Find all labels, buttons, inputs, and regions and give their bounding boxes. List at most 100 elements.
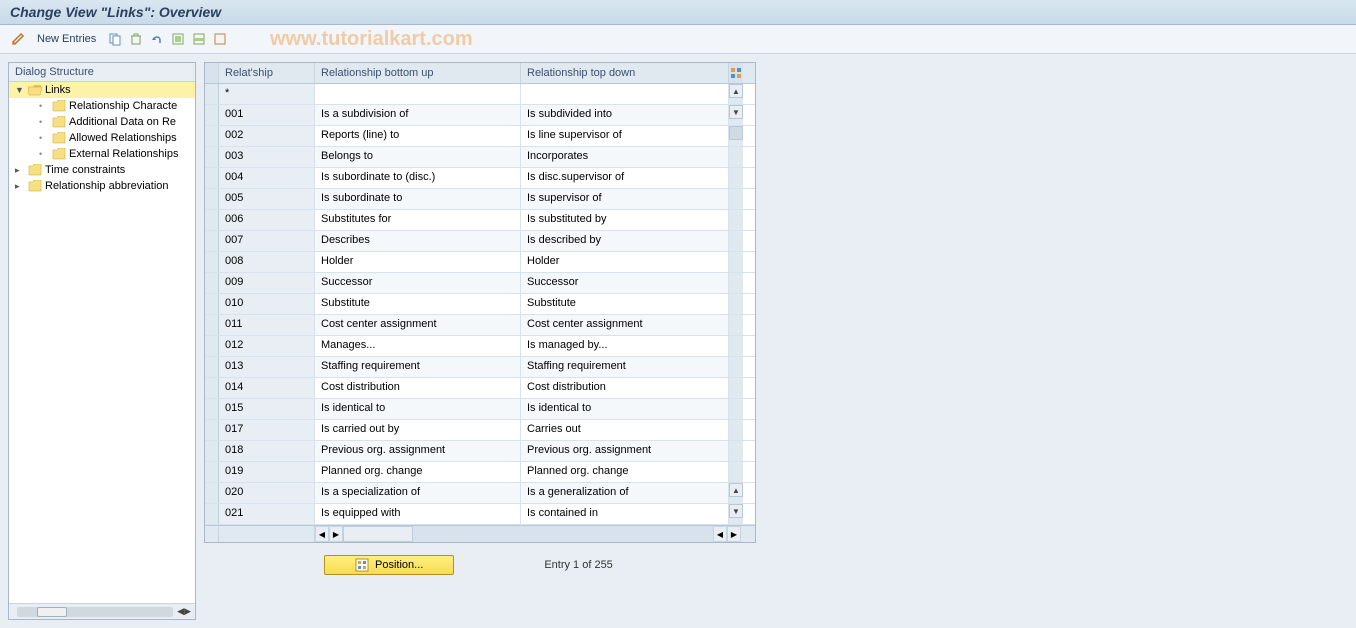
cell-bottom-up[interactable]: Cost distribution xyxy=(315,378,521,398)
row-selector[interactable] xyxy=(205,441,219,461)
cell-relship-code[interactable]: 008 xyxy=(219,252,315,272)
row-selector[interactable] xyxy=(205,105,219,125)
cell-top-down[interactable]: Is managed by... xyxy=(521,336,729,356)
cell-relship-code[interactable]: 015 xyxy=(219,399,315,419)
tree-item[interactable]: ▼Links xyxy=(9,82,195,98)
expand-icon[interactable]: ▸ xyxy=(15,181,25,192)
cell-top-down[interactable]: Carries out xyxy=(521,420,729,440)
table-row[interactable]: 009SuccessorSuccessor xyxy=(205,273,755,294)
row-selector[interactable] xyxy=(205,126,219,146)
tree-item[interactable]: ▸Time constraints xyxy=(9,162,195,178)
cell-top-down[interactable]: Is contained in xyxy=(521,504,729,524)
cell-relship-code[interactable]: 018 xyxy=(219,441,315,461)
cell-bottom-up[interactable]: Is subordinate to (disc.) xyxy=(315,168,521,188)
scroll-down-icon[interactable]: ▼ xyxy=(729,504,743,518)
vertical-scrollbar-segment[interactable] xyxy=(729,441,743,461)
table-row[interactable]: 014Cost distributionCost distribution xyxy=(205,378,755,399)
hscroll-right-end-icon[interactable]: ▶ xyxy=(727,526,741,542)
vertical-scrollbar-segment[interactable]: ▼ xyxy=(729,105,743,125)
tree-item[interactable]: •External Relationships xyxy=(9,146,195,162)
table-row[interactable]: 004Is subordinate to (disc.)Is disc.supe… xyxy=(205,168,755,189)
cell-top-down[interactable]: Is a generalization of xyxy=(521,483,729,503)
row-selector[interactable] xyxy=(205,357,219,377)
expand-icon[interactable]: ▸ xyxy=(15,165,25,176)
vertical-scrollbar-segment[interactable] xyxy=(729,147,743,167)
new-entries-button[interactable]: New Entries xyxy=(31,33,102,45)
cell-bottom-up[interactable]: Is equipped with xyxy=(315,504,521,524)
cell-top-down[interactable]: Is described by xyxy=(521,231,729,251)
scroll-up-icon[interactable]: ▲ xyxy=(729,84,743,98)
delete-icon[interactable] xyxy=(128,31,144,47)
vertical-scrollbar-segment[interactable] xyxy=(729,315,743,335)
table-row[interactable]: 015Is identical toIs identical to xyxy=(205,399,755,420)
table-row[interactable]: 020Is a specialization ofIs a generaliza… xyxy=(205,483,755,504)
row-selector[interactable] xyxy=(205,336,219,356)
tree-item[interactable]: •Additional Data on Re xyxy=(9,114,195,130)
cell-bottom-up[interactable]: Is subordinate to xyxy=(315,189,521,209)
scroll-up-icon[interactable]: ▲ xyxy=(729,483,743,497)
filter-cell[interactable] xyxy=(521,84,729,104)
table-row[interactable]: 019Planned org. changePlanned org. chang… xyxy=(205,462,755,483)
vertical-scrollbar-segment[interactable] xyxy=(729,399,743,419)
cell-top-down[interactable]: Incorporates xyxy=(521,147,729,167)
cell-bottom-up[interactable]: Is identical to xyxy=(315,399,521,419)
vertical-scrollbar-segment[interactable] xyxy=(729,189,743,209)
table-row[interactable]: 007DescribesIs described by xyxy=(205,231,755,252)
table-row[interactable]: 005Is subordinate toIs supervisor of xyxy=(205,189,755,210)
column-header-relship[interactable]: Relat'ship xyxy=(219,63,315,83)
row-selector[interactable] xyxy=(205,483,219,503)
expand-icon[interactable]: • xyxy=(39,101,49,111)
table-row[interactable]: 021Is equipped withIs contained in▼ xyxy=(205,504,755,525)
row-selector[interactable] xyxy=(205,231,219,251)
cell-top-down[interactable]: Is disc.supervisor of xyxy=(521,168,729,188)
scroll-down-icon[interactable]: ▼ xyxy=(729,105,743,119)
row-selector[interactable] xyxy=(205,378,219,398)
scroll-left-icon[interactable]: ◀ xyxy=(177,606,184,617)
hscroll-right-icon[interactable]: ▶ xyxy=(329,526,343,542)
tree-item[interactable]: •Allowed Relationships xyxy=(9,130,195,146)
vertical-scrollbar-segment[interactable] xyxy=(729,357,743,377)
cell-top-down[interactable]: Successor xyxy=(521,273,729,293)
row-selector[interactable] xyxy=(205,84,219,104)
table-row[interactable]: 003Belongs toIncorporates xyxy=(205,147,755,168)
vertical-scrollbar-segment[interactable] xyxy=(729,231,743,251)
cell-top-down[interactable]: Substitute xyxy=(521,294,729,314)
table-horizontal-scrollbar[interactable]: ◀ ▶ ◀ ▶ xyxy=(205,525,755,542)
cell-relship-code[interactable]: 019 xyxy=(219,462,315,482)
cell-relship-code[interactable]: 001 xyxy=(219,105,315,125)
cell-bottom-up[interactable]: Reports (line) to xyxy=(315,126,521,146)
undo-icon[interactable] xyxy=(149,31,165,47)
vertical-scrollbar-segment[interactable] xyxy=(729,378,743,398)
vertical-scrollbar-segment[interactable] xyxy=(729,126,743,146)
cell-relship-code[interactable]: 021 xyxy=(219,504,315,524)
cell-bottom-up[interactable]: Describes xyxy=(315,231,521,251)
vertical-scrollbar-segment[interactable] xyxy=(729,210,743,230)
cell-relship-code[interactable]: 005 xyxy=(219,189,315,209)
cell-bottom-up[interactable]: Is carried out by xyxy=(315,420,521,440)
deselect-all-icon[interactable] xyxy=(212,31,228,47)
column-header-bottom-up[interactable]: Relationship bottom up xyxy=(315,63,521,83)
row-selector[interactable] xyxy=(205,399,219,419)
vertical-scrollbar-segment[interactable] xyxy=(729,168,743,188)
collapse-icon[interactable]: ▼ xyxy=(15,85,25,95)
toggle-edit-icon[interactable] xyxy=(10,31,26,47)
table-row[interactable]: 011Cost center assignmentCost center ass… xyxy=(205,315,755,336)
scroll-right-icon[interactable]: ▶ xyxy=(184,606,191,617)
cell-top-down[interactable]: Cost center assignment xyxy=(521,315,729,335)
column-header-top-down[interactable]: Relationship top down xyxy=(521,63,729,83)
select-all-column-header[interactable] xyxy=(205,63,219,83)
hscroll-left-end-icon[interactable]: ◀ xyxy=(713,526,727,542)
tree-item[interactable]: ▸Relationship abbreviation xyxy=(9,178,195,194)
cell-relship-code[interactable]: 012 xyxy=(219,336,315,356)
row-selector[interactable] xyxy=(205,315,219,335)
cell-relship-code[interactable]: 010 xyxy=(219,294,315,314)
cell-relship-code[interactable]: 006 xyxy=(219,210,315,230)
table-row[interactable]: 008HolderHolder xyxy=(205,252,755,273)
cell-bottom-up[interactable]: Staffing requirement xyxy=(315,357,521,377)
table-row[interactable]: 012Manages...Is managed by... xyxy=(205,336,755,357)
vertical-scrollbar-segment[interactable] xyxy=(729,336,743,356)
select-all-icon[interactable] xyxy=(170,31,186,47)
vertical-scrollbar-segment[interactable]: ▼ xyxy=(729,504,743,524)
vertical-scrollbar-segment[interactable] xyxy=(729,273,743,293)
hscroll-left-icon[interactable]: ◀ xyxy=(315,526,329,542)
